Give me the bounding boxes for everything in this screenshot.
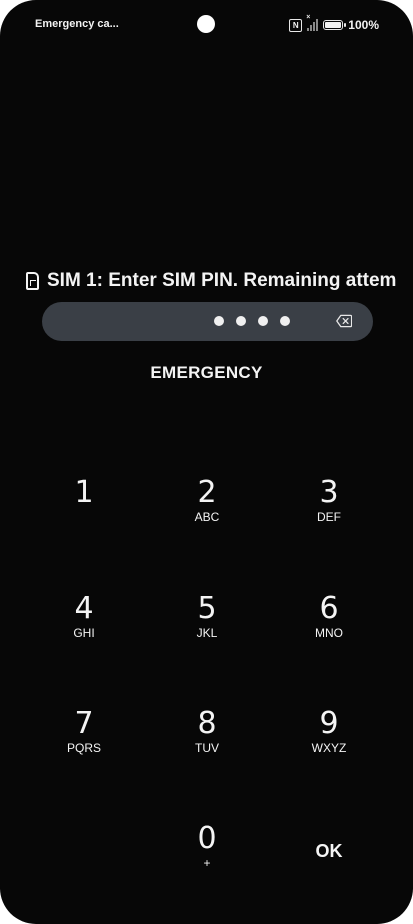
pin-dots (214, 316, 290, 326)
key-7[interactable]: 7 PQRS (39, 707, 129, 771)
key-letters: + (203, 856, 211, 870)
key-digit: 0 (197, 821, 217, 856)
ok-button[interactable]: OK (284, 822, 374, 886)
pin-input-field[interactable] (42, 302, 373, 341)
ok-label: OK (315, 841, 343, 861)
key-digit: 3 (319, 475, 339, 510)
key-digit: 6 (319, 591, 339, 626)
key-letters: TUV (195, 741, 219, 755)
key-letters: GHI (73, 626, 95, 640)
backspace-icon[interactable] (336, 314, 352, 328)
key-digit: 9 (319, 706, 339, 741)
emergency-button[interactable]: EMERGENCY (0, 363, 413, 383)
key-digit: 5 (197, 591, 217, 626)
signal-no-sim-icon: × (306, 14, 319, 31)
front-camera (197, 15, 215, 33)
key-letters: WXYZ (311, 741, 347, 755)
key-digit: 4 (74, 591, 94, 626)
key-digit: 1 (74, 475, 94, 510)
key-letters: DEF (317, 510, 341, 524)
pin-dot (236, 316, 246, 326)
pin-dot (258, 316, 268, 326)
key-2[interactable]: 2 ABC (162, 476, 252, 540)
pin-dot (214, 316, 224, 326)
key-5[interactable]: 5 JKL (162, 592, 252, 656)
key-letters: MNO (315, 626, 343, 640)
key-letters: JKL (196, 626, 218, 640)
key-6[interactable]: 6 MNO (284, 592, 374, 656)
phone-screen: Emergency ca... N × 100% SIM 1: Enter SI… (0, 0, 413, 924)
status-icons: N × 100% (289, 14, 379, 33)
key-digit: 2 (197, 475, 217, 510)
key-0[interactable]: 0 + (162, 822, 252, 886)
pin-dot (280, 316, 290, 326)
battery-percent: 100% (348, 18, 379, 32)
key-8[interactable]: 8 TUV (162, 707, 252, 771)
status-bar: Emergency ca... N × 100% (0, 0, 413, 50)
key-digit: 7 (74, 706, 94, 741)
sim-pin-prompt: SIM 1: Enter SIM PIN. Remaining attem (26, 268, 413, 294)
key-4[interactable]: 4 GHI (39, 592, 129, 656)
sim-card-icon (26, 272, 39, 290)
key-9[interactable]: 9 WXYZ (284, 707, 374, 771)
battery-icon (323, 20, 347, 30)
key-3[interactable]: 3 DEF (284, 476, 374, 540)
key-digit: 8 (197, 706, 217, 741)
key-letters: ABC (194, 510, 220, 524)
sim-prompt-text: SIM 1: Enter SIM PIN. Remaining attem (47, 270, 397, 291)
key-1[interactable]: 1 (39, 476, 129, 540)
nfc-icon: N (289, 18, 303, 32)
key-letters: PQRS (66, 741, 101, 755)
notification-text: Emergency ca... (35, 18, 119, 30)
